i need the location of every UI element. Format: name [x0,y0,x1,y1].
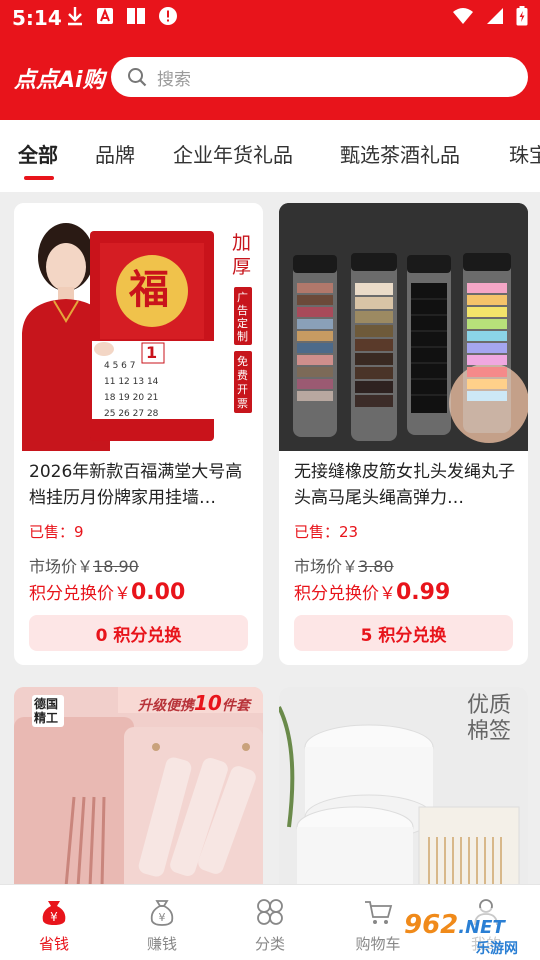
product-image-cotton-swabs: 优质 棉签 [279,687,528,907]
svg-text:¥: ¥ [159,911,166,924]
money-bag-icon: ¥ [42,901,66,925]
download-icon [68,7,82,26]
status-time: 5:14 [12,6,62,30]
sold-count: 已售：23 [294,523,359,541]
redeem-points-button[interactable]: 5 积分兑换 [294,615,513,651]
wifi-icon [453,8,473,24]
active-tab-indicator [24,176,54,180]
site-watermark: 962.NET 乐游网 [404,908,540,960]
app-header: 5:14 点点Ai购 搜索 [0,0,540,120]
app-brand-logo: 点点Ai购 [14,68,105,93]
search-icon [128,68,147,87]
svg-text:18 19 20 21: 18 19 20 21 [104,393,158,403]
product-card[interactable]: 德国精工 升级便携10件套 [14,687,263,907]
product-image-calendar: 4 5 6 7 11 12 13 14 18 19 20 21 25 26 27… [14,203,263,451]
product-image-nail-set: 德国精工 升级便携10件套 [14,687,263,907]
battery-icon [516,6,528,26]
nav-earn-money[interactable]: ¥ 赚钱 [108,885,216,960]
coin-bag-icon: ¥ [150,900,174,926]
gift-box-icon [127,8,145,24]
product-card[interactable]: 无接缝橡皮筋女扎头发绳丸子头高马尾头绳高弹力… 已售：23 市场价￥3.80 积… [279,203,528,665]
market-price: 市场价￥18.90 [29,557,139,576]
nav-label: 赚钱 [146,935,177,953]
redeem-points-button[interactable]: 0 积分兑换 [29,615,248,651]
upgrade-kit-banner: 升级便携10件套 [138,691,250,715]
hair-ties-photo [279,203,528,451]
market-price: 市场价￥3.80 [294,557,394,576]
app-a-icon [97,8,113,24]
cart-icon [365,901,393,924]
nav-save-money[interactable]: ¥ 省钱 [0,885,108,960]
nav-categories[interactable]: 分类 [216,885,324,960]
tab-corporate-gifts[interactable]: 企业年货礼品 [173,139,293,168]
svg-text:¥: ¥ [50,910,58,924]
product-card[interactable]: 4 5 6 7 11 12 13 14 18 19 20 21 25 26 27… [14,203,263,665]
search-bar[interactable]: 搜索 [111,57,528,97]
nav-label: 分类 [254,935,285,953]
search-placeholder: 搜索 [157,69,191,90]
custom-ad-label: 广告定制 [237,291,248,343]
status-bar: 5:14 [0,0,540,38]
thick-label: 加厚 [232,232,252,278]
calendar-day-number: 1 [146,343,158,362]
category-grid-icon [257,899,283,925]
points-price: 积分兑换价￥0.99 [294,580,451,605]
svg-text:11 12 13 14: 11 12 13 14 [104,377,159,387]
tab-all[interactable]: 全部 [18,139,58,168]
tab-tea-wine-gifts[interactable]: 甄选茶酒礼品 [340,139,460,168]
svg-text:4 5 6 7: 4 5 6 7 [104,361,136,371]
german-craft-badge: 德国精工 [32,695,64,727]
alert-icon [159,7,177,25]
free-invoice-label: 免费开票 [237,355,248,410]
tab-jewelry[interactable]: 珠宝 [509,139,540,168]
product-title: 2026年新款百福满堂大号高档挂历月份牌家用挂墙… [29,462,243,508]
product-title: 无接缝橡皮筋女扎头发绳丸子头高马尾头绳高弹力… [294,462,515,508]
product-card[interactable]: 优质 棉签 [279,687,528,907]
tab-brand[interactable]: 品牌 [95,139,135,168]
points-price: 积分兑换价￥0.00 [29,580,186,605]
calendar-photo: 4 5 6 7 11 12 13 14 18 19 20 21 25 26 27… [22,223,252,451]
sold-count: 已售：9 [29,523,84,541]
product-image-hair-ties [279,203,528,451]
nav-label: 省钱 [38,935,69,953]
signal-icon [487,8,503,24]
svg-text:25 26 27 28: 25 26 27 28 [104,409,159,419]
quality-label: 优质 棉签 [467,693,512,744]
category-tabs: 全部 品牌 企业年货礼品 甄选茶酒礼品 珠宝 [0,120,540,192]
